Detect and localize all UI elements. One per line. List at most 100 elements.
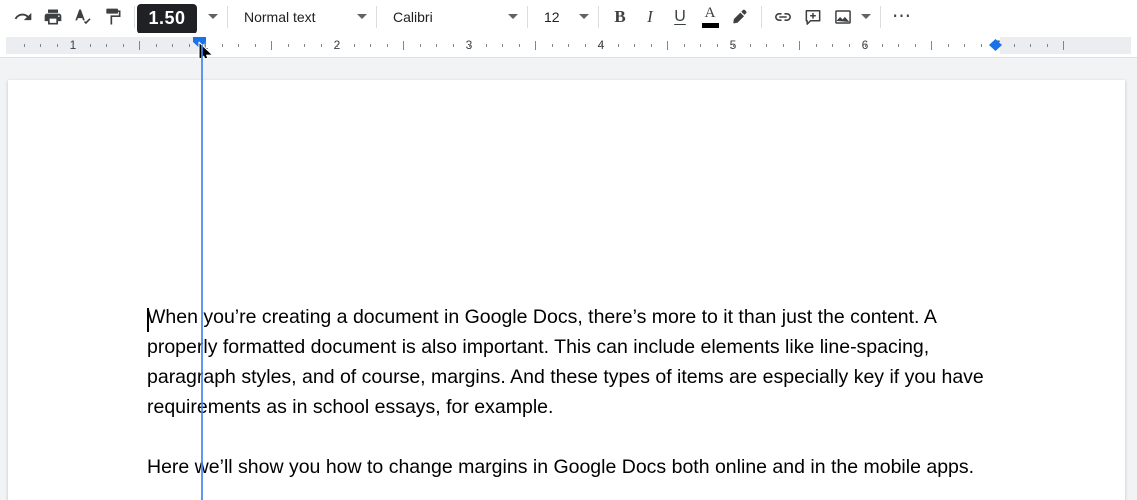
ruler-tick: [519, 44, 520, 47]
ruler-tick: [453, 44, 454, 47]
document-text-body[interactable]: When you’re creating a document in Googl…: [147, 302, 987, 500]
text-color-swatch: [701, 22, 719, 28]
ruler-tick: [24, 44, 25, 47]
ruler-tick: [123, 44, 124, 47]
indent-tooltip: 1.50: [137, 3, 197, 34]
ruler-tick: [57, 44, 58, 47]
link-icon[interactable]: [768, 2, 798, 32]
document-page[interactable]: When you’re creating a document in Googl…: [8, 80, 1125, 500]
ruler-tick: [387, 44, 388, 47]
ruler-tick: [700, 44, 701, 47]
ruler-tick: [1014, 44, 1015, 47]
paragraph-1[interactable]: When you’re creating a document in Googl…: [147, 302, 987, 422]
ruler-tick: [321, 44, 322, 47]
paragraph-style-value[interactable]: Normal text: [234, 2, 354, 32]
ruler-tick: [486, 44, 487, 47]
font-family-chevron-down-icon[interactable]: [505, 2, 521, 32]
toolbar-divider: [134, 5, 135, 28]
highlight-color-icon[interactable]: [725, 2, 755, 32]
ruler-tick: [436, 44, 437, 47]
toolbar-divider: [761, 5, 762, 28]
ruler-tick: [816, 44, 817, 47]
ruler[interactable]: 11234567: [0, 33, 1137, 64]
toolbar-divider: [880, 5, 881, 28]
ruler-tick: [337, 44, 338, 47]
zoom-chevron-down-icon[interactable]: [205, 2, 221, 32]
ruler-tick: [766, 44, 767, 47]
ruler-tick: [634, 44, 635, 47]
font-size-chevron-down-icon[interactable]: [576, 2, 592, 32]
ruler-tick: [618, 44, 619, 47]
toolbar-divider: [598, 5, 599, 28]
font-family-value[interactable]: Calibri: [383, 2, 505, 32]
ruler-tick: [271, 41, 272, 50]
italic-button[interactable]: I: [635, 2, 665, 32]
ruler-tick: [354, 44, 355, 47]
ruler-tick: [1030, 44, 1031, 47]
ruler-tick: [535, 41, 536, 50]
underline-button[interactable]: U: [665, 2, 695, 32]
ruler-tick: [403, 41, 404, 50]
toolbar-divider: [376, 5, 377, 28]
spellcheck-icon[interactable]: [68, 2, 98, 32]
toolbar: 100% 1.50 Normal text Calibri 12 B I U A: [0, 0, 1137, 34]
paint-format-icon[interactable]: [98, 2, 128, 32]
ruler-tick: [90, 44, 91, 47]
ruler-tick: [40, 44, 41, 47]
paragraph-style-chevron-down-icon[interactable]: [354, 2, 370, 32]
ruler-tick: [832, 44, 833, 47]
ruler-right-margin-zone[interactable]: [1000, 37, 1131, 54]
zoom-control[interactable]: 100% 1.50: [137, 2, 205, 34]
ruler-tick: [667, 41, 668, 50]
text-cursor: [147, 308, 149, 332]
ruler-tick: [552, 44, 553, 47]
font-size-value[interactable]: 12: [534, 2, 576, 32]
ruler-tick: [684, 44, 685, 47]
ruler-tick: [370, 44, 371, 47]
ruler-tick: [139, 41, 140, 50]
ruler-tick: [717, 44, 718, 47]
ruler-tick: [783, 44, 784, 47]
insert-image-chevron-down-icon[interactable]: [858, 2, 874, 32]
ruler-tick: [915, 44, 916, 47]
paragraph-2[interactable]: Here we’ll show you how to change margin…: [147, 452, 987, 482]
ruler-tick: [750, 44, 751, 47]
ruler-tick: [288, 44, 289, 47]
ruler-tick: [964, 44, 965, 47]
ruler-tick: [568, 44, 569, 47]
google-docs-editor: 100% 1.50 Normal text Calibri 12 B I U A: [0, 0, 1137, 500]
ruler-tick: [469, 44, 470, 47]
insert-image-icon[interactable]: [828, 2, 858, 32]
ruler-tick: [502, 44, 503, 47]
ruler-tick: [255, 44, 256, 47]
ruler-tick: [1063, 41, 1064, 50]
text-color-letter: A: [704, 4, 716, 21]
ruler-tick: [585, 44, 586, 47]
ruler-tick: [106, 44, 107, 47]
ruler-tick: [1047, 44, 1048, 47]
more-options-icon[interactable]: ⋯: [887, 2, 917, 32]
ruler-tick: [601, 44, 602, 47]
ruler-tick: [865, 44, 866, 47]
ruler-tick: [882, 44, 883, 47]
ruler-left-margin-zone[interactable]: [6, 37, 200, 54]
ruler-tick: [931, 41, 932, 50]
bold-button[interactable]: B: [605, 2, 635, 32]
toolbar-divider: [527, 5, 528, 28]
ruler-tick: [189, 44, 190, 47]
ruler-tick: [420, 44, 421, 47]
ruler-tick: [898, 44, 899, 47]
ruler-tick: [849, 44, 850, 47]
redo-icon[interactable]: [8, 2, 38, 32]
ruler-tick: [172, 44, 173, 47]
ruler-tick: [304, 44, 305, 47]
ruler-tick: [222, 44, 223, 47]
ruler-tick: [156, 44, 157, 47]
ruler-tick: [799, 41, 800, 50]
document-canvas[interactable]: When you’re creating a document in Googl…: [0, 58, 1137, 500]
add-comment-icon[interactable]: [798, 2, 828, 32]
ruler-tick: [73, 44, 74, 47]
text-color-button[interactable]: A: [695, 2, 725, 32]
print-icon[interactable]: [38, 2, 68, 32]
ruler-tick: [733, 44, 734, 47]
